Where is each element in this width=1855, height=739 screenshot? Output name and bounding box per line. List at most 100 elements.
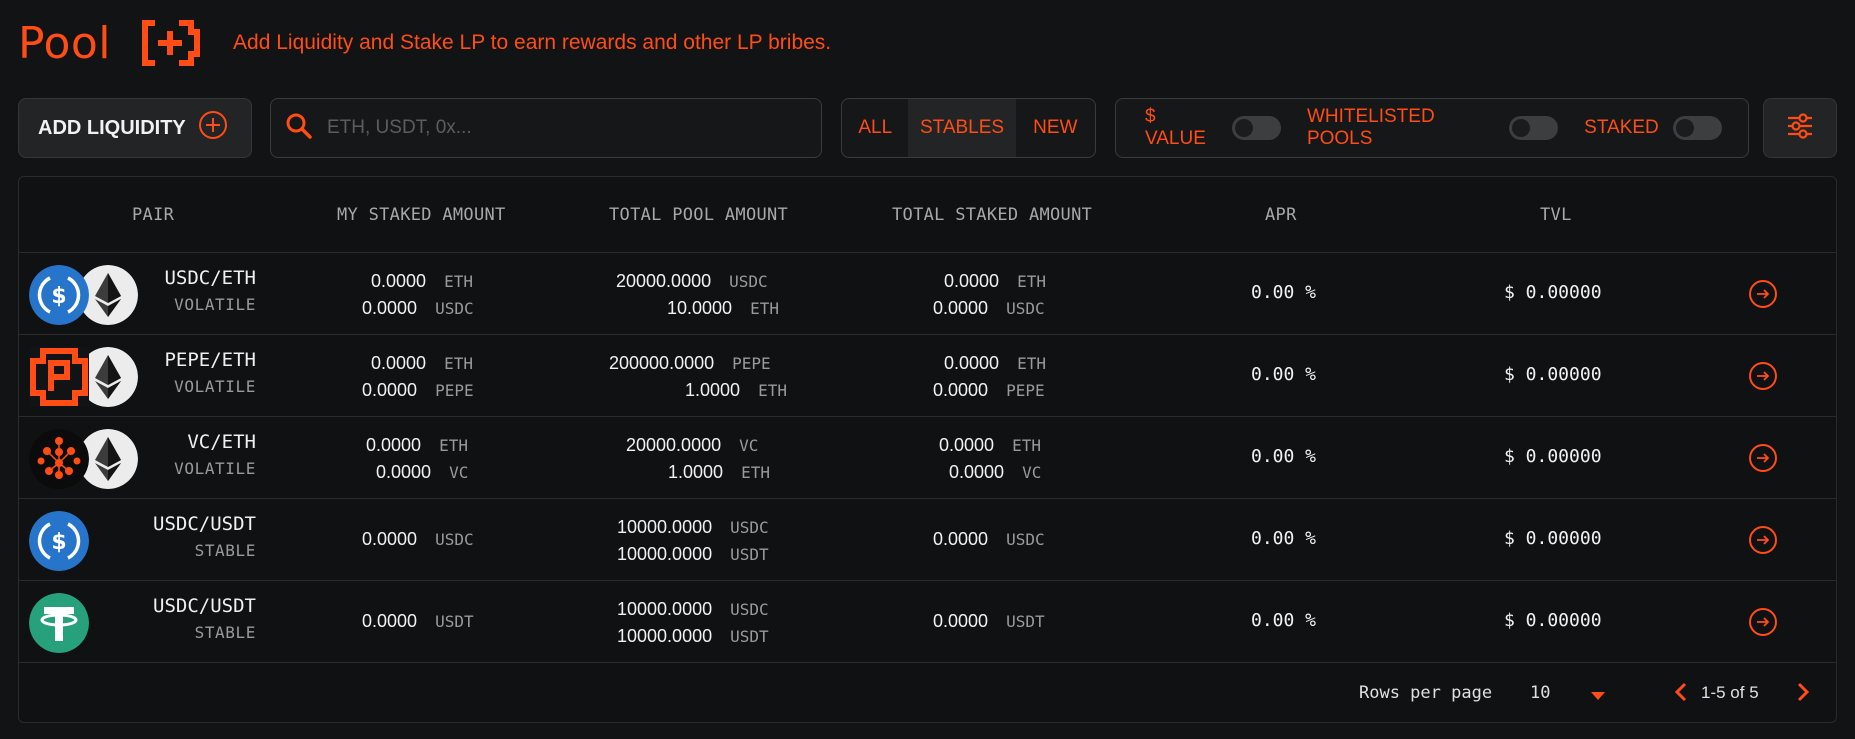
amount-unit: ETH <box>758 381 787 400</box>
amount-unit: ETH <box>1017 354 1046 373</box>
total-pool-line: 10.0000 ETH <box>667 298 779 319</box>
page-header: Pool Add Liquidity and Stake LP to earn … <box>18 17 832 69</box>
arrow-right-circle-icon[interactable] <box>1749 608 1777 636</box>
value-toggle[interactable] <box>1231 116 1281 140</box>
table-row[interactable]: $ USDC/ETH VOLATILE 0.0000 ETH 0.0000 USDC… <box>19 253 1836 335</box>
chevron-left-icon[interactable] <box>1674 682 1688 707</box>
total-pool-line: 1.0000 ETH <box>685 380 787 401</box>
amount-value: 10000.0000 <box>617 599 713 619</box>
total-staked-line: 0.0000 ETH <box>944 271 1046 292</box>
search-icon <box>285 112 313 145</box>
chevron-right-icon[interactable] <box>1796 682 1810 707</box>
amount-value: 1.0000 <box>668 462 724 482</box>
amount-value: 1.0000 <box>685 380 741 400</box>
toolbar: ADD LIQUIDITY ALL STABLES NEW $ VALUE WH… <box>18 98 1837 158</box>
toggle-label-staked: STAKED <box>1584 117 1659 138</box>
amount-unit: USDT <box>730 545 769 564</box>
page-tagline: Add Liquidity and Stake LP to earn rewar… <box>233 31 832 54</box>
table-row[interactable]: USDC/USDT STABLE 0.0000 USDT 10000.0000 US… <box>19 581 1836 663</box>
filter-tab-stables[interactable]: STABLES <box>908 99 1016 157</box>
my-staked-line: 0.0000 ETH <box>371 353 473 374</box>
pair-name: USDC/USDT <box>153 595 256 617</box>
amount-value: 0.0000 <box>933 380 989 400</box>
pair-icons: $ <box>29 265 149 325</box>
col-my-staked[interactable]: MY STAKED AMOUNT <box>337 205 506 225</box>
amount-unit: VC <box>739 436 759 455</box>
total-staked-line: 0.0000 ETH <box>939 435 1041 456</box>
table-row[interactable]: PEPE/ETH VOLATILE 0.0000 ETH 0.0000 PEPE 2… <box>19 335 1836 417</box>
arrow-right-circle-icon[interactable] <box>1749 444 1777 472</box>
arrow-right-circle-icon[interactable] <box>1749 526 1777 554</box>
staked-toggle[interactable] <box>1672 116 1723 140</box>
table-row[interactable]: $ USDC/USDT STABLE 0.0000 USDC 10000.0000… <box>19 499 1836 581</box>
amount-value: 0.0000 <box>362 611 418 631</box>
toggle-label-value: $ VALUE <box>1145 106 1206 149</box>
apr-value: 0.00 % <box>1251 364 1317 385</box>
amount-value: 10000.0000 <box>617 544 713 564</box>
my-staked-line: 0.0000 USDC <box>362 298 474 319</box>
apr-value: 0.00 % <box>1251 446 1317 467</box>
table-row[interactable]: VC/ETH VOLATILE 0.0000 ETH 0.0000 VC 20000… <box>19 417 1836 499</box>
pair-type: VOLATILE <box>174 377 256 396</box>
caret-down-icon[interactable] <box>1590 688 1606 706</box>
tvl-value: $ 0.00000 <box>1504 610 1602 631</box>
amount-unit: ETH <box>741 463 770 482</box>
amount-value: 0.0000 <box>371 353 427 373</box>
amount-unit: ETH <box>750 299 779 318</box>
page-title: Pool <box>18 17 112 69</box>
toggle-group: $ VALUE WHITELISTED POOLS STAKED <box>1115 98 1749 158</box>
amount-value: 0.0000 <box>366 435 422 455</box>
filter-tab-all[interactable]: ALL <box>842 99 908 157</box>
pair-type: STABLE <box>194 623 256 642</box>
apr-value: 0.00 % <box>1251 528 1317 549</box>
pagination-range: 1-5 of 5 <box>1701 683 1759 702</box>
col-total-pool[interactable]: TOTAL POOL AMOUNT <box>609 205 788 225</box>
pool-filter-tabs: ALL STABLES NEW <box>841 98 1096 158</box>
total-pool-line: 1.0000 ETH <box>668 462 770 483</box>
tvl-value: $ 0.00000 <box>1504 446 1602 467</box>
apr-value: 0.00 % <box>1251 610 1317 631</box>
amount-value: 0.0000 <box>362 380 418 400</box>
total-pool-line: 10000.0000 USDC <box>617 599 769 620</box>
search-input[interactable] <box>327 117 807 139</box>
my-staked-line: 0.0000 USDT <box>362 611 474 632</box>
amount-unit: VC <box>1022 463 1042 482</box>
pair-type: VOLATILE <box>174 295 256 314</box>
amount-unit: USDC <box>1006 299 1045 318</box>
filter-settings-button[interactable] <box>1763 98 1837 158</box>
my-staked-line: 0.0000 ETH <box>371 271 473 292</box>
search-box[interactable] <box>270 98 822 158</box>
amount-unit: USDT <box>435 612 474 631</box>
pepe-icon <box>29 347 89 407</box>
amount-value: 0.0000 <box>939 435 995 455</box>
total-pool-line: 10000.0000 USDC <box>617 517 769 538</box>
add-liquidity-label: ADD LIQUIDITY <box>38 116 186 139</box>
my-staked-line: 0.0000 ETH <box>366 435 468 456</box>
amount-value: 0.0000 <box>949 462 1005 482</box>
pair-type: VOLATILE <box>174 459 256 478</box>
apr-value: 0.00 % <box>1251 282 1317 303</box>
amount-unit: USDC <box>730 518 769 537</box>
sliders-icon <box>1785 111 1815 146</box>
filter-tab-new[interactable]: NEW <box>1016 99 1095 157</box>
arrow-right-circle-icon[interactable] <box>1749 362 1777 390</box>
col-total-staked[interactable]: TOTAL STAKED AMOUNT <box>892 205 1092 225</box>
rows-per-page-select[interactable]: 10 <box>1530 683 1550 703</box>
amount-unit: ETH <box>1012 436 1041 455</box>
svg-text:$: $ <box>51 284 66 309</box>
amount-value: 0.0000 <box>944 353 1000 373</box>
col-apr[interactable]: APR <box>1265 205 1297 225</box>
amount-unit: ETH <box>439 436 468 455</box>
arrow-right-circle-icon[interactable] <box>1749 280 1777 308</box>
amount-value: 0.0000 <box>362 298 418 318</box>
amount-value: 0.0000 <box>362 529 418 549</box>
pair-name: USDC/ETH <box>164 267 256 289</box>
amount-value: 0.0000 <box>933 529 989 549</box>
col-pair[interactable]: PAIR <box>132 205 174 225</box>
amount-unit: ETH <box>444 272 473 291</box>
whitelisted-pools-toggle[interactable] <box>1508 116 1559 140</box>
pair-icons: $ <box>29 511 149 571</box>
col-tvl[interactable]: TVL <box>1540 205 1572 225</box>
usdt-icon <box>29 593 89 653</box>
add-liquidity-button[interactable]: ADD LIQUIDITY <box>18 98 252 158</box>
